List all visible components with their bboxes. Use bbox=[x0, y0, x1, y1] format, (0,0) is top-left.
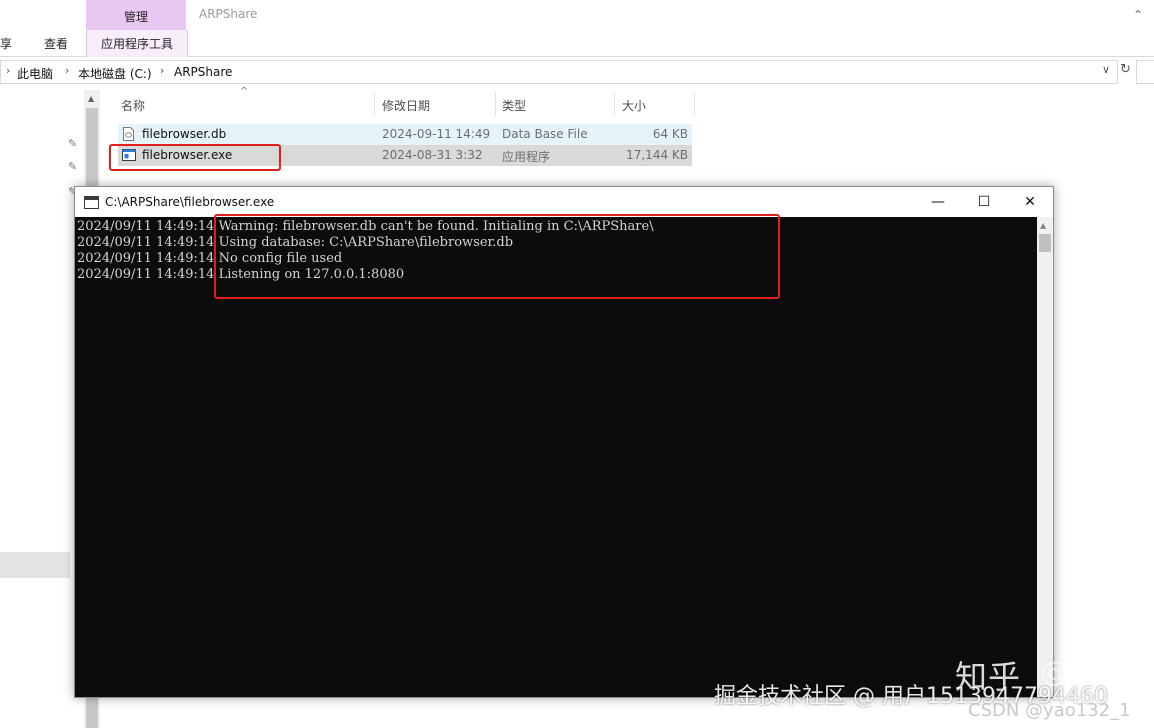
scroll-up-icon[interactable]: ▲ bbox=[88, 94, 94, 103]
tab-view[interactable]: 查看 bbox=[44, 35, 68, 52]
file-size: 17,144 KB bbox=[626, 148, 688, 162]
address-dropdown-icon[interactable]: ∨ bbox=[1102, 63, 1110, 76]
breadcrumb-separator-icon: › bbox=[65, 64, 70, 77]
file-type: Data Base File bbox=[502, 127, 588, 141]
column-divider[interactable] bbox=[374, 92, 375, 116]
console-app-icon bbox=[84, 196, 99, 209]
watermark-csdn: CSDN @yao132_1 bbox=[968, 700, 1131, 721]
file-type: 应用程序 bbox=[502, 150, 551, 164]
nav-selected-item[interactable] bbox=[0, 552, 70, 578]
console-scrollbar[interactable]: ▲ bbox=[1037, 217, 1053, 697]
pin-icon[interactable]: ✎ bbox=[68, 160, 77, 173]
sort-ascending-icon: ^ bbox=[240, 86, 249, 97]
console-scrollbar-thumb[interactable] bbox=[1039, 234, 1051, 252]
file-name: filebrowser.db bbox=[142, 127, 227, 141]
refresh-icon[interactable]: ↻ bbox=[1120, 62, 1134, 80]
column-divider[interactable] bbox=[614, 92, 615, 116]
annotation-box-exe bbox=[109, 144, 281, 171]
column-header-type[interactable]: 类型 bbox=[502, 97, 526, 114]
annotation-box-log bbox=[214, 214, 780, 299]
breadcrumb-local-disk[interactable]: 本地磁盘 (C:) bbox=[78, 65, 152, 82]
close-button[interactable]: ✕ bbox=[1007, 187, 1053, 217]
console-title: C:\ARPShare\filebrowser.exe bbox=[105, 195, 275, 209]
column-header-name[interactable]: 名称 bbox=[121, 97, 145, 114]
tab-application-tools-label: 应用程序工具 bbox=[100, 37, 173, 51]
address-bar[interactable]: › 此电脑 › 本地磁盘 (C:) › ARPShare bbox=[0, 60, 1118, 84]
database-file-icon bbox=[123, 127, 134, 141]
explorer-window-title: ARPShare bbox=[199, 7, 258, 21]
ribbon: 共享 查看 管理 应用程序工具 ARPShare ⌃ bbox=[0, 0, 1154, 57]
breadcrumb-separator-icon: › bbox=[6, 64, 11, 77]
ribbon-expand-icon[interactable]: ⌃ bbox=[1133, 8, 1143, 22]
column-header-size[interactable]: 大小 bbox=[622, 97, 646, 114]
file-row[interactable]: filebrowser.db 2024-09-11 14:49 Data Bas… bbox=[118, 124, 692, 145]
column-divider[interactable] bbox=[495, 92, 496, 116]
pin-icon[interactable]: ✎ bbox=[68, 137, 77, 150]
context-group-label: 管理 bbox=[123, 10, 148, 24]
minimize-button[interactable]: — bbox=[915, 187, 961, 217]
column-header-modified[interactable]: 修改日期 bbox=[382, 97, 430, 114]
context-group-manage: 管理 bbox=[86, 0, 186, 30]
breadcrumb-this-pc[interactable]: 此电脑 bbox=[17, 65, 53, 82]
tab-share[interactable]: 共享 bbox=[0, 35, 12, 52]
tab-application-tools[interactable]: 应用程序工具 bbox=[86, 30, 188, 57]
column-divider[interactable] bbox=[694, 92, 695, 116]
breadcrumb-separator-icon: › bbox=[160, 64, 165, 77]
console-titlebar[interactable]: C:\ARPShare\filebrowser.exe — ☐ ✕ bbox=[75, 187, 1053, 217]
file-modified: 2024-08-31 3:32 bbox=[382, 148, 483, 162]
scroll-up-icon[interactable]: ▲ bbox=[1040, 221, 1046, 230]
search-box[interactable] bbox=[1136, 60, 1154, 84]
file-size: 64 KB bbox=[652, 127, 688, 141]
maximize-button[interactable]: ☐ bbox=[961, 187, 1007, 217]
breadcrumb-arpshare[interactable]: ARPShare bbox=[174, 65, 232, 79]
file-modified: 2024-09-11 14:49 bbox=[382, 127, 491, 141]
